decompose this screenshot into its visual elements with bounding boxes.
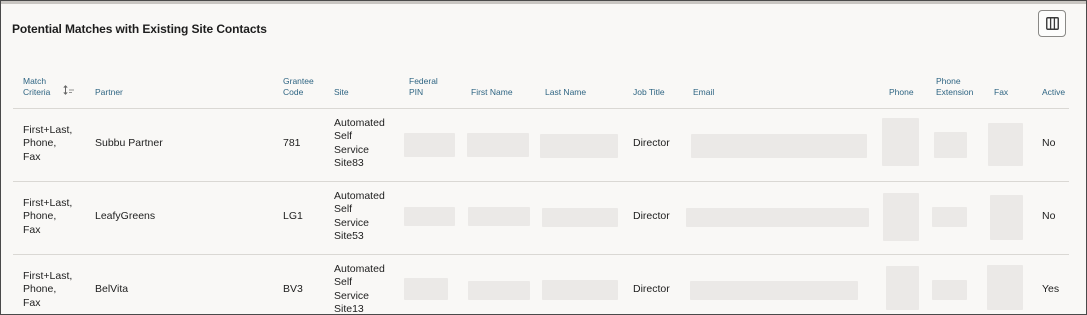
column-header-partner[interactable]: Partner: [95, 87, 123, 98]
cell-site: Automated Self Service Site13: [334, 263, 385, 315]
cell-match-criteria: First+Last, Phone, Fax: [23, 197, 73, 236]
column-header-federal-pin[interactable]: Federal PIN: [409, 76, 438, 97]
top-divider: [1, 1, 1086, 4]
redacted-email: [690, 281, 858, 300]
cell-partner: BelVita: [95, 283, 129, 295]
redacted-last-name: [542, 208, 618, 227]
cell-active: No: [1042, 137, 1056, 149]
column-header-first-name[interactable]: First Name: [471, 87, 513, 98]
redacted-first-name: [468, 207, 530, 226]
cell-partner: LeafyGreens: [95, 210, 156, 222]
column-header-site[interactable]: Site: [334, 87, 349, 98]
redacted-fax: [990, 195, 1023, 240]
row-divider: [13, 181, 1069, 182]
column-header-last-name[interactable]: Last Name: [545, 87, 586, 98]
redacted-federal-pin: [404, 278, 448, 300]
redacted-phone-extension: [932, 280, 967, 300]
potential-matches-panel: Potential Matches with Existing Site Con…: [0, 0, 1087, 315]
row-divider: [13, 254, 1069, 255]
cell-grantee-code: LG1: [283, 210, 303, 222]
cell-partner: Subbu Partner: [95, 137, 163, 149]
redacted-phone-extension: [934, 132, 967, 158]
columns-icon: [1046, 17, 1059, 30]
cell-job-title: Director: [633, 283, 670, 295]
cell-active: Yes: [1042, 283, 1060, 295]
cell-job-title: Director: [633, 137, 670, 149]
column-header-match-criteria[interactable]: Match Criteria: [23, 76, 50, 97]
column-header-fax[interactable]: Fax: [994, 87, 1008, 98]
cell-site: Automated Self Service Site53: [334, 190, 385, 242]
panel-title: Potential Matches with Existing Site Con…: [12, 22, 267, 36]
redacted-last-name: [540, 134, 618, 158]
redacted-phone: [883, 193, 919, 241]
column-header-phone[interactable]: Phone: [889, 87, 914, 98]
cell-match-criteria: First+Last, Phone, Fax: [23, 270, 73, 309]
redacted-first-name: [468, 281, 530, 300]
column-header-phone-extension[interactable]: Phone Extension: [936, 76, 973, 97]
column-header-email[interactable]: Email: [693, 87, 714, 98]
column-header-grantee-code[interactable]: Grantee Code: [283, 76, 314, 97]
redacted-phone: [886, 266, 919, 310]
redacted-fax: [987, 265, 1023, 310]
cell-job-title: Director: [633, 210, 670, 222]
redacted-first-name: [467, 133, 529, 157]
cell-grantee-code: 781: [283, 137, 301, 149]
cell-active: No: [1042, 210, 1056, 222]
redacted-email: [691, 134, 867, 158]
redacted-phone: [882, 118, 919, 166]
cell-match-criteria: First+Last, Phone, Fax: [23, 124, 73, 163]
cell-grantee-code: BV3: [283, 283, 303, 295]
redacted-federal-pin: [404, 207, 455, 226]
header-divider: [13, 108, 1069, 109]
redacted-federal-pin: [404, 133, 455, 157]
cell-site: Automated Self Service Site83: [334, 117, 385, 169]
redacted-fax: [988, 123, 1023, 166]
redacted-email: [686, 208, 869, 227]
sort-arrows-icon[interactable]: [63, 85, 75, 95]
column-header-active[interactable]: Active: [1042, 87, 1065, 98]
manage-columns-button[interactable]: [1038, 10, 1066, 37]
column-header-job-title[interactable]: Job Title: [633, 87, 665, 98]
redacted-phone-extension: [932, 207, 967, 227]
redacted-last-name: [542, 280, 618, 300]
